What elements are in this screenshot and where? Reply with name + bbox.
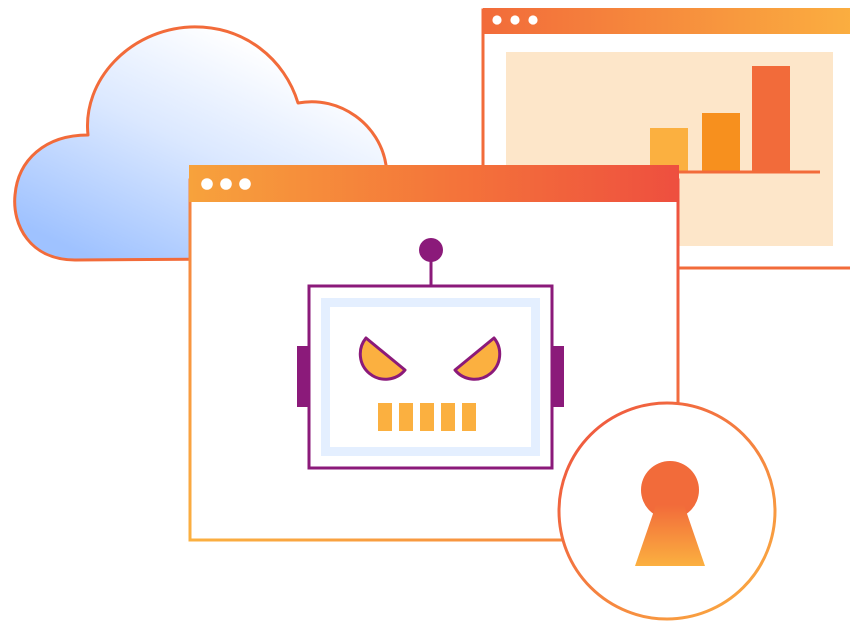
back-window-titlebar [483,8,850,34]
back-window-dot-2 [510,15,520,25]
chart-bar-3 [752,66,790,172]
front-window-titlebar [189,165,679,202]
front-window-dot-1 [201,178,213,190]
robot-antenna-ball [419,238,443,262]
chart-bar-2 [702,113,740,172]
back-window-dot-3 [528,15,538,25]
front-window-dot-3 [239,178,251,190]
illustration-svg [13,8,850,621]
front-window-dot-2 [220,178,232,190]
illustration [0,0,850,621]
keyhole-lock-badge [557,401,777,621]
back-window-dot-1 [492,15,502,25]
